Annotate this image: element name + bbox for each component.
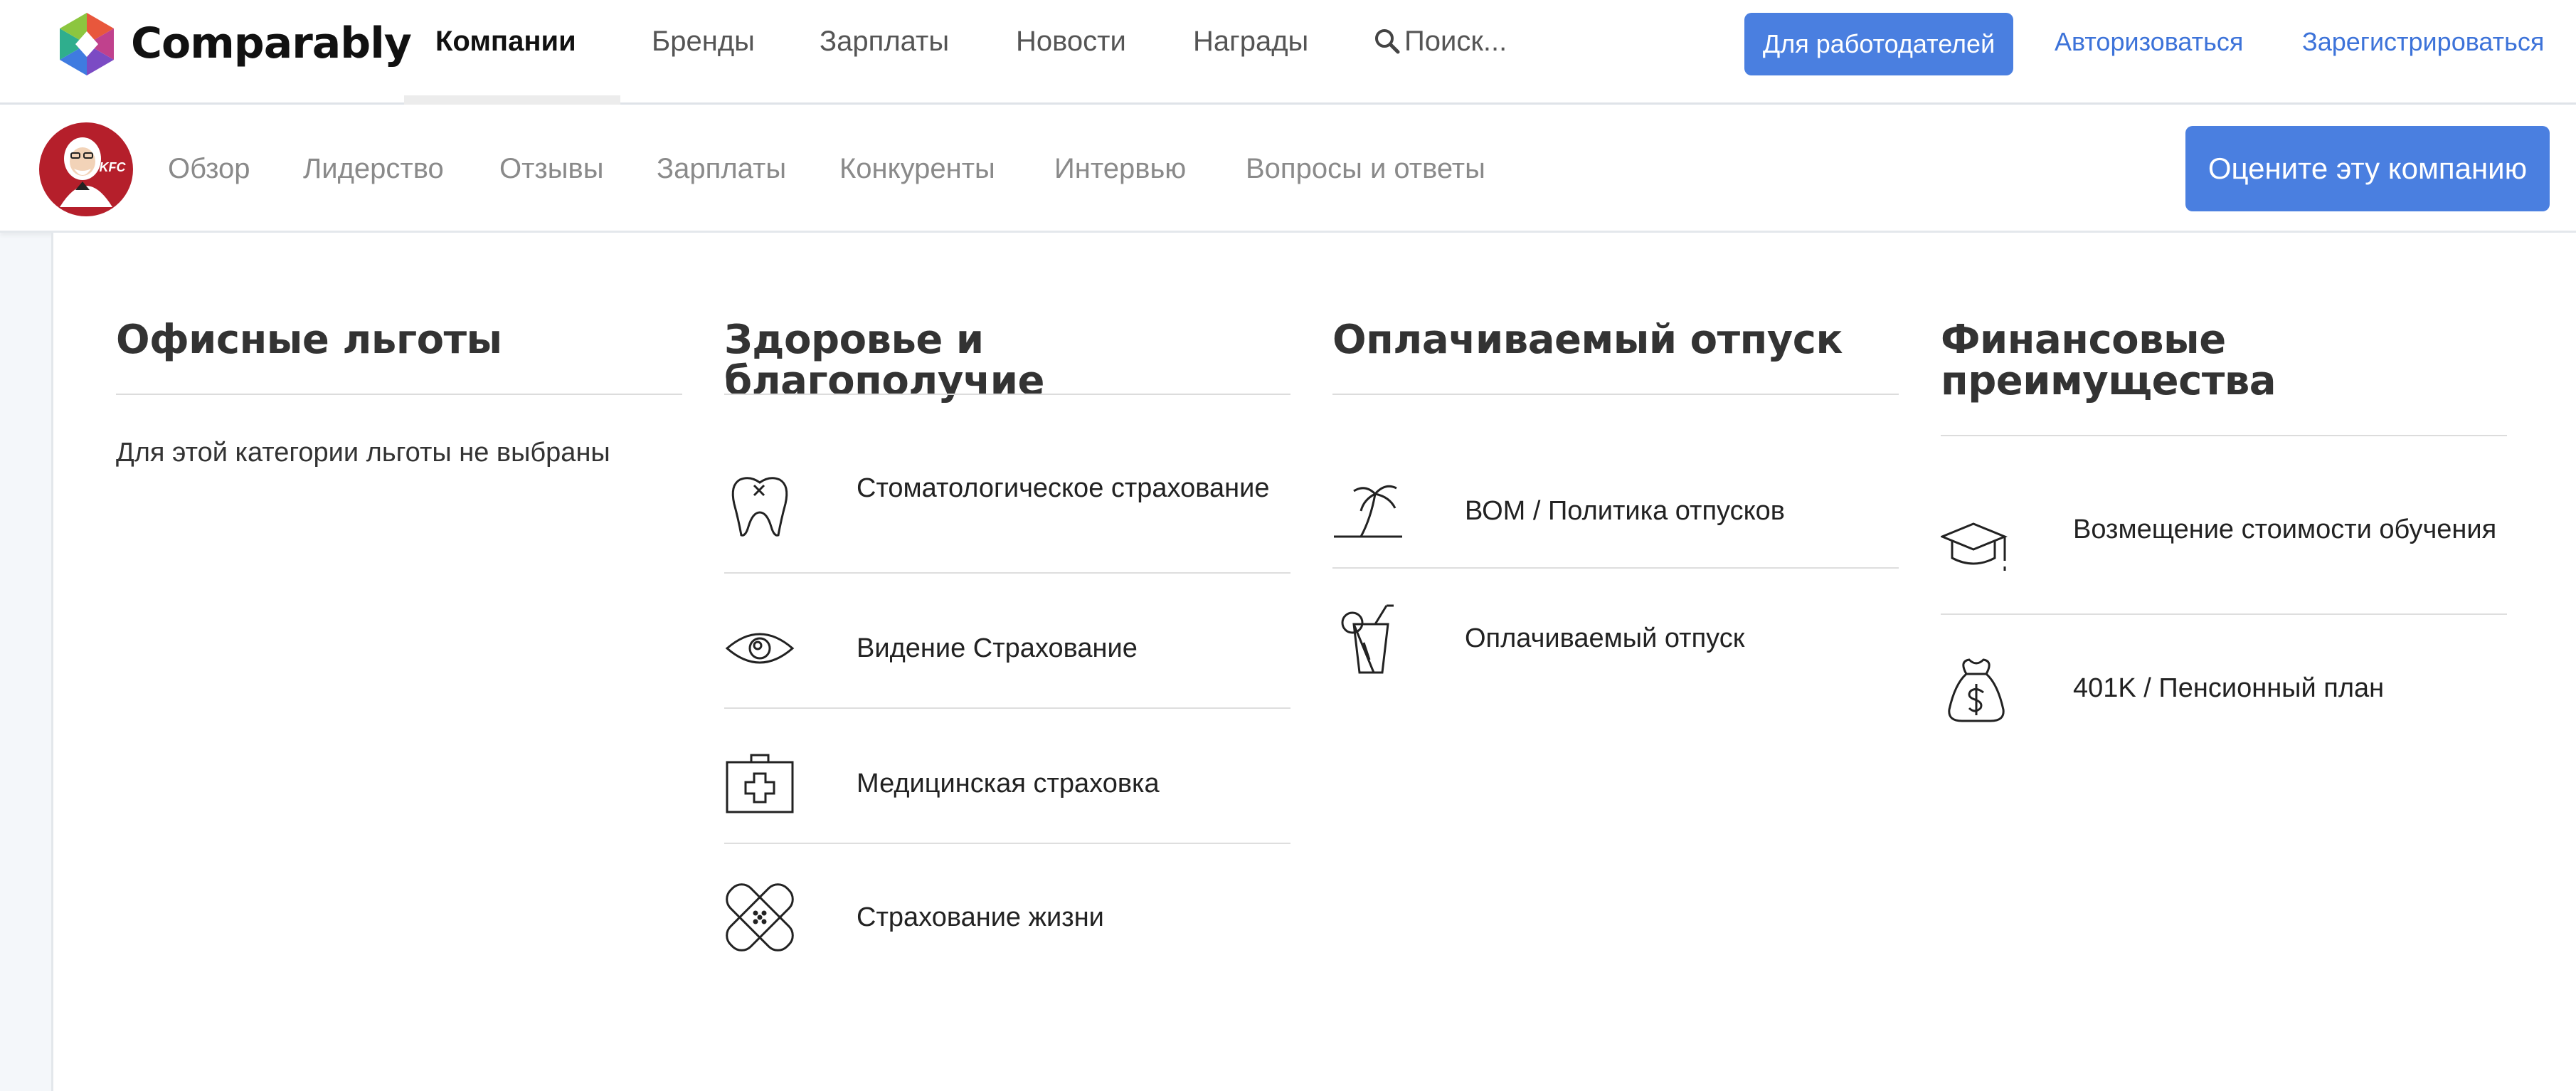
category-divider: [1941, 435, 2507, 436]
benefit-divider: [1941, 613, 2507, 615]
benefit-divider: [724, 843, 1290, 844]
nav-salaries[interactable]: Зарплаты: [820, 19, 949, 64]
company-logo[interactable]: KFC: [38, 122, 134, 217]
category-divider: [116, 394, 682, 395]
search-icon: [1375, 29, 1400, 54]
top-navigation: Comparably Компании Бренды Зарплаты Ново…: [0, 0, 2576, 105]
subnav-interviews[interactable]: Интервью: [1054, 149, 1186, 189]
subnav-competitors[interactable]: Конкуренты: [839, 149, 995, 189]
company-logo-text: KFC: [100, 160, 127, 174]
rate-company-button[interactable]: Оцените эту компанию: [2185, 126, 2550, 211]
benefit-label: Возмещение стоимости обучения: [2073, 515, 2497, 544]
benefit-label: Медицинская страховка: [857, 769, 1160, 799]
subnav-leadership[interactable]: Лидерство: [303, 149, 444, 189]
brand-logo[interactable]: Comparably: [51, 10, 412, 77]
graduation-cap-icon: [1939, 511, 2012, 582]
category-title: Оплачиваемый отпуск: [1332, 317, 1843, 363]
nav-news[interactable]: Новости: [1016, 19, 1126, 64]
benefit-divider: [724, 572, 1290, 574]
subnav-reviews[interactable]: Отзывы: [499, 149, 604, 189]
empty-category-text: Для этой категории льготы не выбраны: [116, 438, 610, 468]
search-trigger[interactable]: Поиск...: [1373, 19, 1507, 64]
eye-icon: [724, 613, 795, 684]
register-link[interactable]: Зарегистрироваться: [2302, 27, 2544, 57]
category-title: Офисные льготы: [116, 317, 502, 363]
benefit-label: Страхование жизни: [857, 902, 1104, 932]
benefits-panel: Офисные льготы Для этой категории льготы…: [51, 233, 2576, 1091]
tooth-icon: [724, 470, 795, 541]
benefit-divider: [724, 707, 1290, 709]
cocktail-icon: [1332, 603, 1404, 674]
nav-awards[interactable]: Награды: [1193, 19, 1308, 64]
bandage-icon: [724, 882, 795, 953]
brand-name: Comparably: [131, 19, 412, 68]
nav-brands[interactable]: Бренды: [652, 19, 755, 64]
category-divider: [724, 394, 1290, 395]
comparably-logo-icon: [60, 13, 114, 75]
nav-active-indicator: [404, 95, 620, 105]
subnav-overview[interactable]: Обзор: [168, 149, 250, 189]
subnav-salaries[interactable]: Зарплаты: [657, 149, 786, 189]
for-employers-button[interactable]: Для работодателей: [1744, 13, 2013, 75]
benefit-label: Стоматологическое страхование: [857, 473, 1270, 503]
subnav-qa[interactable]: Вопросы и ответы: [1246, 149, 1485, 189]
benefit-label: 401K / Пенсионный план: [2073, 673, 2385, 703]
search-label: Поиск...: [1404, 26, 1507, 57]
category-title: Финансовые преимущества: [1941, 317, 2276, 404]
benefit-label: Оплачиваемый отпуск: [1465, 623, 1745, 653]
palm-tree-icon: [1332, 475, 1404, 547]
login-link[interactable]: Авторизоваться: [2055, 27, 2243, 57]
category-title: Здоровье и благополучие: [724, 317, 1044, 404]
nav-companies[interactable]: Компании: [435, 19, 576, 64]
medical-kit-icon: [724, 748, 795, 819]
benefit-divider: [1332, 567, 1899, 569]
category-divider: [1332, 394, 1899, 395]
benefit-label: Видение Страхование: [857, 633, 1138, 663]
benefit-label: ВОМ / Политика отпусков: [1465, 496, 1785, 526]
company-navigation: KFC Обзор Лидерство Отзывы Зарплаты Конк…: [0, 105, 2576, 233]
money-bag-icon: [1941, 653, 2012, 724]
